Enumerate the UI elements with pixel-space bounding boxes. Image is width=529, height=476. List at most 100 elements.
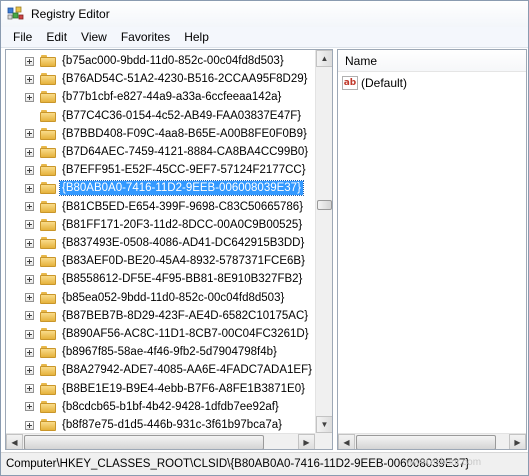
folder-icon bbox=[40, 272, 56, 286]
expand-plus-icon[interactable] bbox=[25, 420, 34, 430]
expand-plus-icon[interactable] bbox=[25, 165, 34, 175]
tree-vertical-scrollbar[interactable]: ▲ ▼ bbox=[315, 50, 332, 433]
tree-item[interactable]: {B87BEB7B-8D29-423F-AE4D-6582C10175AC} bbox=[6, 307, 315, 325]
tree-item-label: {B7EFF951-E52F-45CC-9EF7-57124F2177CC} bbox=[62, 164, 306, 177]
scroll-right-arrow-icon[interactable]: ▶ bbox=[509, 434, 526, 449]
scrollbar-thumb[interactable] bbox=[356, 435, 496, 449]
tree-item[interactable]: {B80AB0A0-7416-11D2-9EEB-006008039E37} bbox=[6, 179, 315, 197]
tree-item[interactable]: {B8558612-DF5E-4F95-BB81-8E910B327FB2} bbox=[6, 270, 315, 288]
tree-item-label: {B81FF171-20F3-11d2-8DCC-00A0C9B00525} bbox=[62, 218, 303, 231]
tree-item[interactable]: {B77C4C36-0154-4c52-AB49-FAA03837E47F} bbox=[6, 107, 315, 125]
tree-horizontal-scrollbar[interactable]: ◀ ▶ bbox=[6, 433, 315, 449]
expand-plus-icon[interactable] bbox=[25, 293, 34, 303]
scrollbar-thumb[interactable] bbox=[317, 200, 332, 210]
expand-plus-icon[interactable] bbox=[25, 74, 34, 84]
value-name: (Default) bbox=[361, 76, 408, 90]
expand-plus-icon[interactable] bbox=[25, 347, 34, 357]
folder-icon bbox=[40, 254, 56, 268]
expand-plus-icon[interactable] bbox=[25, 384, 34, 394]
tree-item-label: {B81CB5ED-E654-399F-9698-C83C50665786} bbox=[62, 200, 304, 213]
tree-item[interactable]: {B890AF56-AC8C-11D1-8CB7-00C04FC3261D} bbox=[6, 325, 315, 343]
folder-icon bbox=[40, 127, 56, 141]
expand-plus-icon[interactable] bbox=[25, 365, 34, 375]
expand-plus-icon[interactable] bbox=[25, 238, 34, 248]
tree-item-label: {B76AD54C-51A2-4230-B516-2CCAA95F8D29} bbox=[62, 73, 308, 86]
expand-plus-icon[interactable] bbox=[25, 147, 34, 157]
tree-item[interactable]: {b8967f85-58ae-4f46-9fb2-5d7904798f4b} bbox=[6, 343, 315, 361]
folder-icon bbox=[40, 309, 56, 323]
watermark: www.eskonr.com bbox=[406, 457, 482, 468]
tree-item[interactable]: {B8BE1E19-B9E4-4ebb-B7F6-A8FE1B3871E0} bbox=[6, 380, 315, 398]
tree-item[interactable]: {B7BBD408-F09C-4aa8-B65E-A00B8FE0F0B9} bbox=[6, 125, 315, 143]
regedit-icon bbox=[7, 6, 25, 22]
tree-item-label: {B77C4C36-0154-4c52-AB49-FAA03837E47F} bbox=[62, 109, 302, 122]
tree-item[interactable]: {B7D64AEC-7459-4121-8884-CA8BA4CC99B0} bbox=[6, 143, 315, 161]
tree-item[interactable]: {B81FF171-20F3-11d2-8DCC-00A0C9B00525} bbox=[6, 216, 315, 234]
expand-plus-icon[interactable] bbox=[25, 202, 34, 212]
scroll-up-arrow-icon[interactable]: ▲ bbox=[316, 50, 332, 67]
tree-item[interactable]: {B837493E-0508-4086-AD41-DC642915B3DD} bbox=[6, 234, 315, 252]
tree-item[interactable]: {B7EFF951-E52F-45CC-9EF7-57124F2177CC} bbox=[6, 161, 315, 179]
tree-item[interactable]: {B81CB5ED-E654-399F-9698-C83C50665786} bbox=[6, 198, 315, 216]
tree-item-label: {B8BE1E19-B9E4-4ebb-B7F6-A8FE1B3871E0} bbox=[62, 382, 305, 395]
folder-icon bbox=[40, 145, 56, 159]
scrollbar-thumb[interactable] bbox=[24, 435, 264, 449]
tree-item-label: {B80AB0A0-7416-11D2-9EEB-006008039E37} bbox=[59, 180, 304, 197]
expand-plus-icon[interactable] bbox=[25, 274, 34, 284]
tree-item[interactable]: {b8cdcb65-b1bf-4b42-9428-1dfdb7ee92af} bbox=[6, 398, 315, 416]
scroll-left-arrow-icon[interactable]: ◀ bbox=[6, 434, 23, 449]
key-tree: {b75ac000-9bdd-11d0-852c-00c04fd8d503} {B… bbox=[6, 50, 315, 433]
folder-icon bbox=[40, 345, 56, 359]
tree-item[interactable]: {B83AEF0D-BE20-45A4-8932-5787371FCE6B} bbox=[6, 252, 315, 270]
title-bar[interactable]: Registry Editor bbox=[1, 1, 528, 27]
values-horizontal-scrollbar[interactable]: ◀ ▶ bbox=[338, 433, 526, 449]
expand-plus-icon[interactable] bbox=[25, 129, 34, 139]
value-row-default[interactable]: ab (Default) bbox=[342, 74, 407, 92]
folder-icon bbox=[40, 54, 56, 68]
expand-plus-icon[interactable] bbox=[25, 256, 34, 266]
tree-item-label: {b8f87e75-d1d5-446b-931c-3f61b97bca7a} bbox=[62, 419, 282, 431]
column-header-name[interactable]: Name bbox=[338, 50, 526, 72]
expand-plus-icon[interactable] bbox=[25, 92, 34, 102]
folder-icon bbox=[40, 382, 56, 396]
scroll-down-arrow-icon[interactable]: ▼ bbox=[316, 416, 332, 433]
tree-item[interactable]: {B8A27942-ADE7-4085-AA6E-4FADC7ADA1EF} bbox=[6, 361, 315, 379]
expand-plus-icon[interactable] bbox=[25, 220, 34, 230]
expand-plus-icon[interactable] bbox=[25, 402, 34, 412]
folder-icon bbox=[40, 400, 56, 414]
tree-item[interactable]: {b85ea052-9bdd-11d0-852c-00c04fd8d503} bbox=[6, 289, 315, 307]
tree-item[interactable]: {B76AD54C-51A2-4230-B516-2CCAA95F8D29} bbox=[6, 70, 315, 88]
menu-help[interactable]: Help bbox=[178, 30, 217, 44]
menu-view[interactable]: View bbox=[75, 30, 115, 44]
window-title: Registry Editor bbox=[31, 7, 110, 21]
folder-icon bbox=[40, 109, 56, 123]
tree-item-label: {b75ac000-9bdd-11d0-852c-00c04fd8d503} bbox=[62, 55, 284, 67]
tree-item-label: {B7D64AEC-7459-4121-8884-CA8BA4CC99B0} bbox=[62, 146, 309, 158]
expand-plus-icon[interactable] bbox=[25, 56, 34, 66]
menu-edit[interactable]: Edit bbox=[40, 30, 75, 44]
tree-item-label: {b8967f85-58ae-4f46-9fb2-5d7904798f4b} bbox=[62, 346, 277, 359]
key-tree-pane: {b75ac000-9bdd-11d0-852c-00c04fd8d503} {B… bbox=[5, 49, 333, 450]
tree-item-label: {B837493E-0508-4086-AD41-DC642915B3DD} bbox=[62, 237, 305, 249]
tree-item-label: {B8A27942-ADE7-4085-AA6E-4FADC7ADA1EF} bbox=[62, 364, 312, 377]
tree-item[interactable]: {b75ac000-9bdd-11d0-852c-00c04fd8d503} bbox=[6, 52, 315, 70]
string-value-icon: ab bbox=[342, 76, 358, 90]
scrollbar-corner bbox=[315, 433, 332, 449]
expand-plus-icon[interactable] bbox=[25, 329, 34, 339]
folder-icon bbox=[40, 181, 56, 195]
scroll-right-arrow-icon[interactable]: ▶ bbox=[298, 434, 315, 449]
tree-item-label: {b77b1cbf-e827-44a9-a33a-6ccfeeaa142a} bbox=[62, 91, 282, 104]
folder-icon bbox=[40, 218, 56, 232]
menu-favorites[interactable]: Favorites bbox=[115, 30, 178, 44]
tree-item[interactable]: {b77b1cbf-e827-44a9-a33a-6ccfeeaa142a} bbox=[6, 88, 315, 106]
scroll-left-arrow-icon[interactable]: ◀ bbox=[338, 434, 355, 449]
tree-item-label: {b85ea052-9bdd-11d0-852c-00c04fd8d503} bbox=[62, 291, 285, 304]
expand-plus-icon[interactable] bbox=[25, 311, 34, 321]
menu-file[interactable]: File bbox=[7, 30, 40, 44]
expand-plus-icon[interactable] bbox=[25, 183, 34, 193]
menu-bar: File Edit View Favorites Help bbox=[1, 27, 528, 48]
tree-item[interactable]: {b8f87e75-d1d5-446b-931c-3f61b97bca7a} bbox=[6, 416, 315, 433]
tree-item-label: {B87BEB7B-8D29-423F-AE4D-6582C10175AC} bbox=[62, 309, 309, 322]
tree-item-label: {B890AF56-AC8C-11D1-8CB7-00C04FC3261D} bbox=[62, 328, 309, 340]
folder-icon bbox=[40, 291, 56, 305]
